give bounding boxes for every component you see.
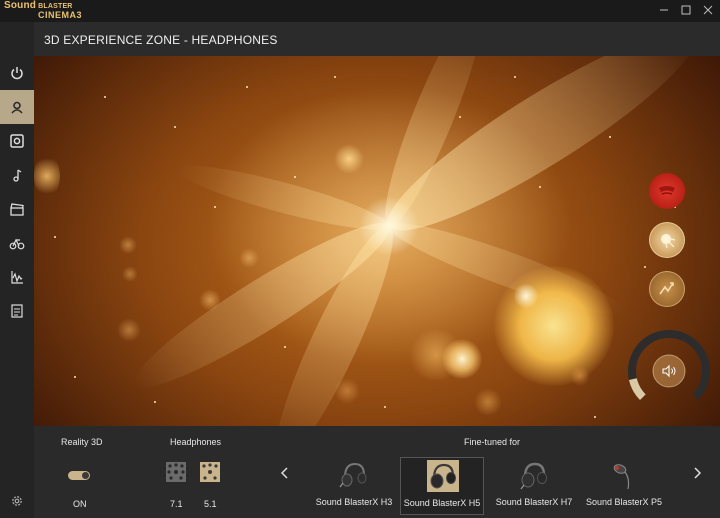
star [54, 236, 56, 238]
star [74, 376, 76, 378]
bokeh-orb [122, 266, 138, 282]
volume-knob[interactable] [626, 328, 712, 414]
sidebar-item-3d-experience[interactable] [0, 90, 34, 124]
effect-button-3[interactable] [649, 271, 685, 307]
sidebar [0, 22, 34, 518]
sidebar-item-music[interactable] [0, 158, 34, 192]
bokeh-orb [514, 284, 538, 308]
speaker-icon [10, 134, 24, 148]
headphones-option-label-7-1: 7.1 [170, 499, 183, 509]
toggle-knob [82, 472, 89, 479]
sidebar-item-power[interactable] [0, 56, 34, 90]
effect-button-2[interactable] [649, 222, 685, 258]
page-title: 3D EXPERIENCE ZONE - HEADPHONES [44, 33, 278, 47]
app-logo: Sound BLASTER CINEMA3 [4, 1, 82, 20]
star [214, 206, 216, 208]
surround-3d-icon [11, 101, 23, 114]
fine-tuned-label: Fine-tuned for [464, 437, 521, 447]
chevron-right-icon [694, 467, 702, 479]
bokeh-orb [34, 154, 60, 198]
bike-icon [9, 238, 25, 250]
bokeh-orb [409, 328, 463, 382]
star [594, 416, 596, 418]
speaker-layout-5-1-icon [202, 463, 218, 480]
minimize-icon[interactable] [657, 3, 671, 17]
earphone-icon [613, 464, 630, 490]
clapperboard-icon [10, 203, 24, 216]
star [514, 76, 516, 78]
bottom-panel: Reality 3D ON Headphones 7.1 5.1 Fine-tu… [34, 426, 720, 518]
page-header: 3D EXPERIENCE ZONE - HEADPHONES [34, 22, 720, 56]
headphones-option-5-1[interactable] [200, 462, 220, 482]
star [609, 136, 611, 138]
reality-3d-label: Reality 3D [61, 437, 103, 447]
star [294, 176, 296, 178]
headphones-option-7-1[interactable] [166, 462, 186, 482]
headphone-option-h7[interactable]: Sound BlasterX H7 [492, 457, 576, 515]
headphone-option-h3[interactable]: Sound BlasterX H3 [312, 457, 396, 515]
power-icon [11, 67, 23, 80]
headphones-option-label-5-1: 5.1 [204, 499, 217, 509]
star [246, 86, 248, 88]
star [154, 401, 156, 403]
title-bar: Sound BLASTER CINEMA3 [0, 0, 720, 22]
experience-visualization [34, 56, 720, 426]
center-glow [359, 196, 419, 256]
bokeh-orb [117, 318, 141, 342]
bokeh-orb [239, 248, 259, 268]
star [284, 346, 286, 348]
headset-icon [427, 460, 459, 492]
star [644, 266, 646, 268]
sidebar-item-notes[interactable] [0, 294, 34, 328]
star [384, 406, 386, 408]
headphone-option-p5[interactable]: Sound BlasterX P5 [582, 457, 666, 515]
volume-icon [662, 364, 676, 378]
headphone-name: Sound BlasterX H5 [403, 498, 481, 508]
star [104, 96, 106, 98]
notepad-icon [11, 304, 23, 318]
star [334, 76, 336, 78]
bokeh-orb [474, 388, 502, 416]
headphones-label: Headphones [170, 437, 222, 447]
settings-button[interactable] [0, 484, 34, 518]
bokeh-orb [570, 366, 590, 386]
headset-icon [339, 462, 367, 488]
bokeh-orb [334, 144, 364, 174]
star [539, 186, 541, 188]
star [174, 126, 176, 128]
speaker-layout-7-1-icon [167, 463, 185, 480]
logo-text-blaster: BLASTER [38, 3, 73, 10]
headset-icon [520, 462, 547, 490]
effect-button-1[interactable] [649, 173, 685, 209]
sidebar-item-speaker[interactable] [0, 124, 34, 158]
voice-wave-icon [11, 271, 23, 284]
bokeh-orb [334, 378, 360, 404]
bokeh-orb [199, 289, 221, 311]
logo-text-cinema: CINEMA3 [38, 10, 83, 20]
maximize-icon[interactable] [679, 3, 693, 17]
reality-3d-toggle[interactable] [68, 471, 90, 480]
red-shape-icon [659, 186, 675, 195]
sidebar-item-voice[interactable] [0, 260, 34, 294]
bokeh-orb [494, 266, 614, 386]
close-icon[interactable] [701, 3, 715, 17]
headphone-name: Sound BlasterX P5 [585, 497, 663, 507]
headphone-name: Sound BlasterX H7 [495, 497, 573, 507]
bokeh-orb [119, 236, 137, 254]
headphone-option-h5[interactable]: Sound BlasterX H5 [400, 457, 484, 515]
burst-icon [661, 234, 676, 249]
logo-text-sound: Sound [4, 0, 37, 11]
carousel-prev-button[interactable] [278, 464, 292, 482]
gear-icon [12, 496, 22, 506]
zigzag-icon [659, 282, 674, 295]
chevron-left-icon [280, 467, 288, 479]
music-note-icon [13, 169, 22, 182]
reality-3d-state: ON [73, 499, 87, 509]
sidebar-item-sport[interactable] [0, 226, 34, 260]
sidebar-item-movie[interactable] [0, 192, 34, 226]
carousel-next-button[interactable] [690, 464, 704, 482]
star [459, 116, 461, 118]
